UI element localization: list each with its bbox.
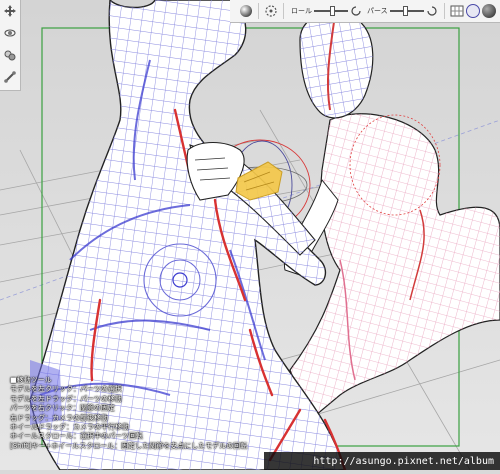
- help-line: パーツを右クリック：関節の固定: [10, 404, 115, 413]
- move-tool-icon[interactable]: [0, 0, 20, 22]
- render-mode-icon[interactable]: [465, 4, 480, 18]
- shaded-sphere-icon[interactable]: [481, 4, 496, 18]
- body-shape-tool-icon[interactable]: [0, 44, 20, 66]
- help-line: モデルを左ドラッグ：パーツの移動: [10, 394, 122, 403]
- roll-slider[interactable]: [314, 6, 348, 16]
- bone-edit-tool-icon[interactable]: [0, 66, 20, 88]
- tool-strip: [0, 0, 21, 91]
- camera-rotate-tool-icon[interactable]: [0, 22, 20, 44]
- move-tool-help: ■移動ツール モデルを左クリック：パーツの選択 モデルを左ドラッグ：パーツの移動…: [10, 376, 300, 451]
- perspective-label: パース: [367, 7, 388, 15]
- grid-icon[interactable]: [449, 3, 465, 19]
- help-title: ■移動ツール: [10, 376, 52, 384]
- light-sphere-icon[interactable]: [238, 3, 254, 19]
- 3d-viewport[interactable]: ロール パース ■移動ツール モデルを左クリック：パーツの選択 モデルを左ドラッ…: [0, 0, 500, 472]
- help-line: ホイールスクロール：選択中のパーツ回転: [10, 432, 143, 441]
- roll-icon[interactable]: [348, 3, 364, 19]
- help-line: [Shift]キー+ホイールスクロール：固定した関節を支点にしたモデルの回転: [10, 441, 248, 450]
- help-line: 右ドラッグ：カメラの前後移動: [10, 413, 108, 422]
- perspective-slider[interactable]: [389, 6, 424, 16]
- camera-rotate-icon[interactable]: [263, 3, 279, 19]
- perspective-icon[interactable]: [424, 3, 440, 19]
- watermark: http://asungo.pixnet.net/album: [264, 452, 500, 470]
- view-toolbar: ロール パース: [230, 0, 500, 23]
- help-line: モデルを左クリック：パーツの選択: [10, 385, 122, 394]
- roll-label: ロール: [291, 7, 312, 15]
